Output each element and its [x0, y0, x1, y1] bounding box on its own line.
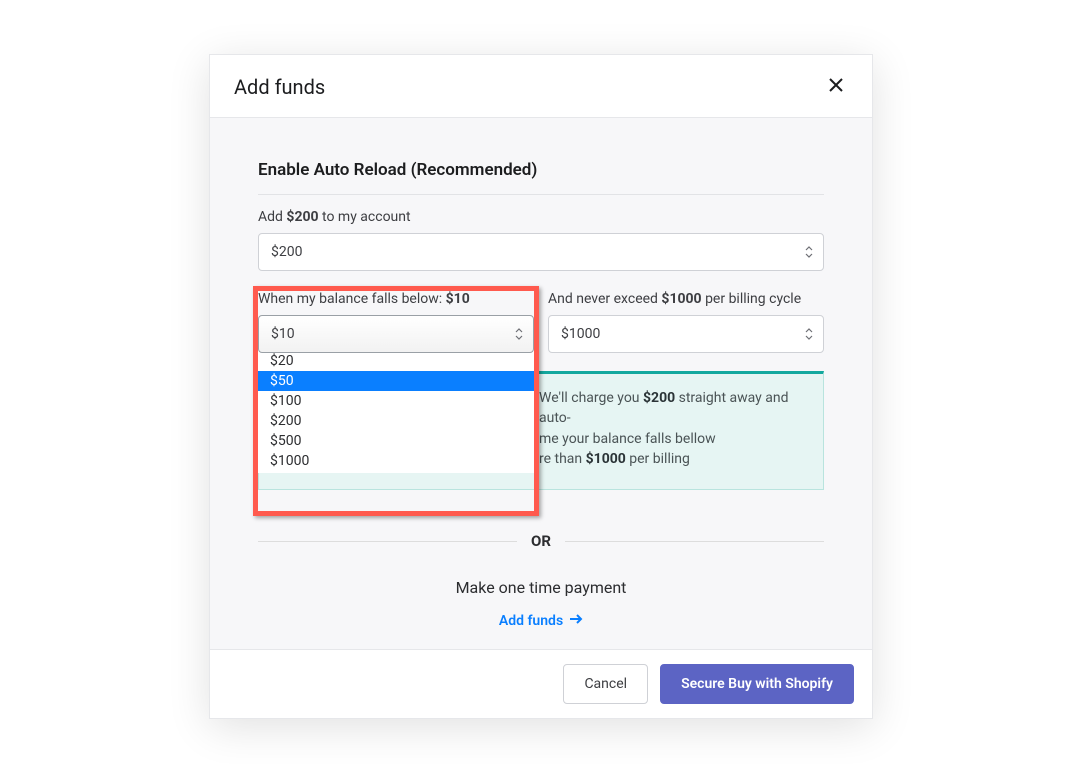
threshold-column: When my balance falls below: $10 $10 $10… — [258, 291, 534, 353]
add-funds-modal: Add funds Enable Auto Reload (Recommende… — [209, 54, 873, 719]
cap-select[interactable]: $1000 — [548, 315, 824, 353]
one-time-title: Make one time payment — [258, 578, 824, 597]
close-icon — [828, 77, 844, 97]
amount-label-prefix: Add — [258, 209, 286, 225]
modal-header: Add funds — [210, 55, 872, 118]
amount-label-suffix: to my account — [319, 209, 411, 225]
modal-footer: Cancel Secure Buy with Shopify — [210, 649, 872, 718]
add-funds-link[interactable]: Add funds — [499, 613, 583, 629]
cap-select-value: $1000 — [561, 326, 600, 342]
cap-column: And never exceed $1000 per billing cycle… — [548, 291, 824, 353]
or-divider: OR — [258, 532, 824, 550]
cap-label-suffix: per billing cycle — [702, 291, 802, 307]
amount-select-value: $200 — [271, 244, 302, 260]
threshold-label-prefix: When my balance falls below: — [258, 291, 446, 307]
cap-label-prefix: And never exceed — [548, 291, 661, 307]
threshold-option[interactable]: $500 — [258, 431, 534, 451]
stepper-icon — [515, 328, 523, 340]
cap-label-value: $1000 — [661, 291, 701, 307]
section-title: Enable Auto Reload (Recommended) — [258, 160, 824, 180]
amount-field-label: Add $200 to my account — [258, 209, 824, 225]
threshold-option[interactable]: $50 — [258, 371, 534, 391]
threshold-option[interactable]: $200 — [258, 411, 534, 431]
threshold-select-value: $10 — [271, 326, 295, 342]
threshold-field-label: When my balance falls below: $10 — [258, 291, 534, 307]
cap-field-label: And never exceed $1000 per billing cycle — [548, 291, 824, 307]
threshold-option[interactable]: $1000 — [258, 451, 534, 471]
divider-line — [565, 541, 824, 542]
add-funds-link-label: Add funds — [499, 613, 563, 629]
arrow-right-icon — [569, 613, 583, 629]
stepper-icon — [805, 328, 813, 340]
divider-line — [258, 541, 517, 542]
close-button[interactable] — [824, 75, 848, 99]
primary-action-button[interactable]: Secure Buy with Shopify — [660, 664, 854, 704]
divider — [258, 194, 824, 195]
cancel-button[interactable]: Cancel — [563, 664, 648, 704]
amount-select[interactable]: $200 — [258, 233, 824, 271]
primary-action-label: Secure Buy with Shopify — [681, 676, 833, 692]
threshold-label-value: $10 — [446, 291, 470, 307]
threshold-option[interactable]: $20 — [258, 351, 534, 371]
cancel-button-label: Cancel — [584, 676, 627, 692]
threshold-select[interactable]: $10 — [258, 315, 534, 353]
or-text: OR — [531, 532, 551, 550]
stepper-icon — [805, 246, 813, 258]
modal-title: Add funds — [234, 75, 325, 99]
threshold-option[interactable]: $100 — [258, 391, 534, 411]
amount-label-value: $200 — [286, 209, 318, 225]
modal-body: Enable Auto Reload (Recommended) Add $20… — [210, 118, 872, 665]
